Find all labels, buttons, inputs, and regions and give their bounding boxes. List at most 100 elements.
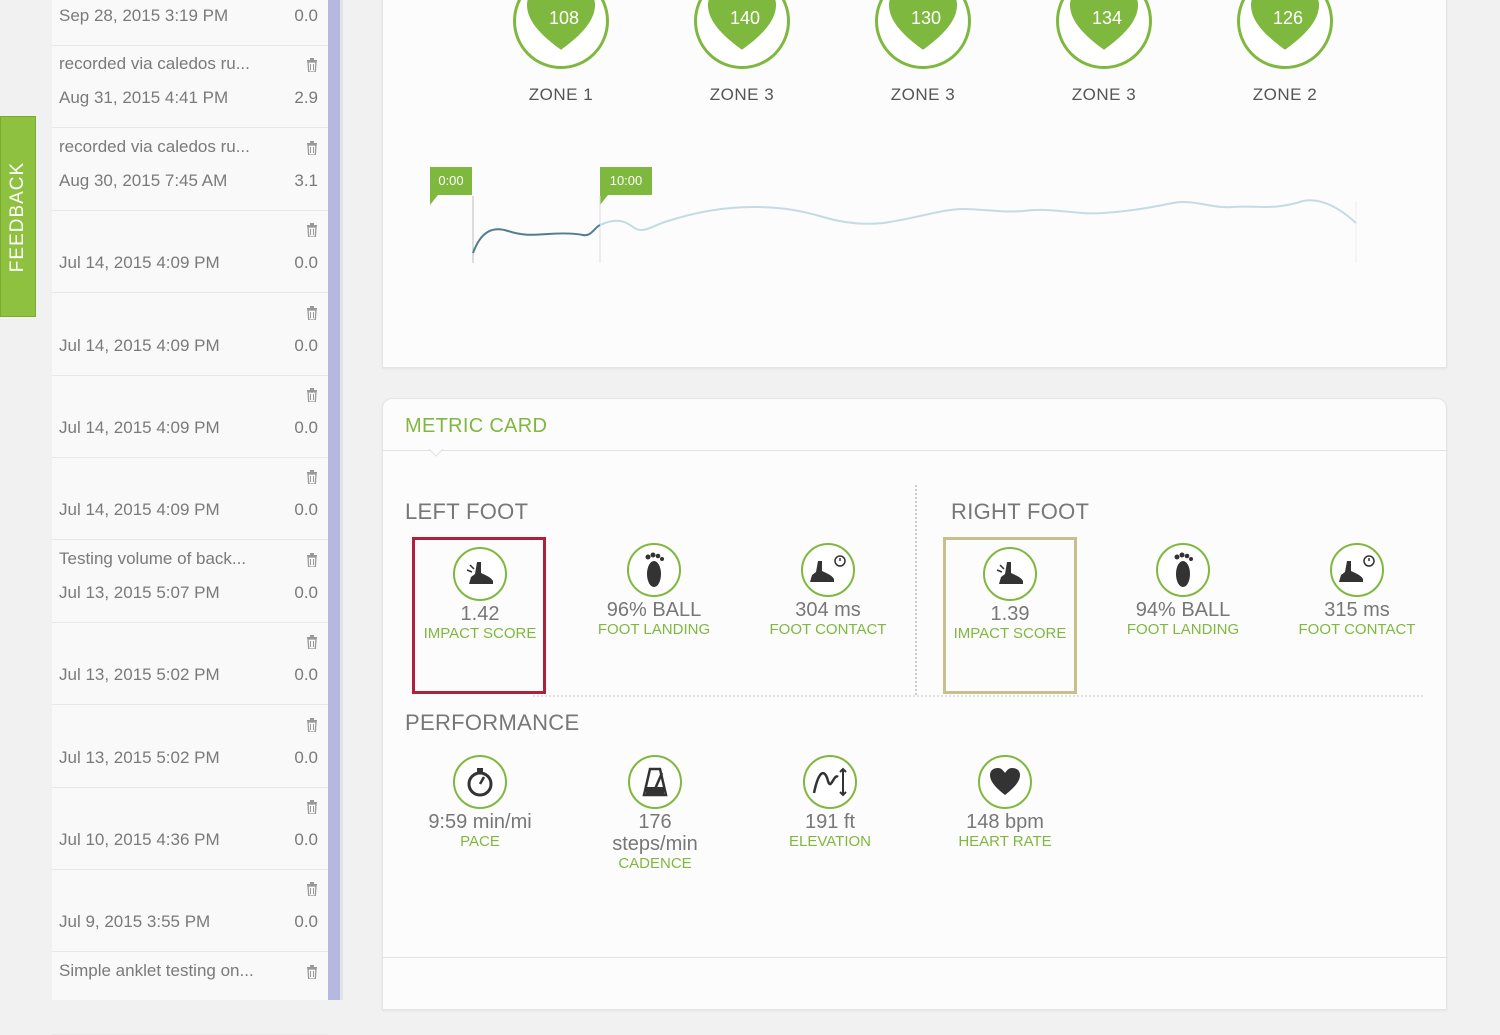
run-distance: 3.1 — [294, 170, 318, 190]
sidebar-scrollbar[interactable] — [328, 0, 340, 1000]
zone-ring: 140 — [694, 0, 790, 69]
footprint-icon — [627, 543, 681, 597]
trash-icon[interactable] — [306, 635, 318, 650]
run-list-item[interactable]: Jul 14, 2015 4:09 PM 0.0 — [52, 458, 328, 541]
run-list-item[interactable]: Jul 14, 2015 4:09 PM 0.0 — [52, 294, 328, 376]
cadence-unit: steps/min — [612, 833, 698, 855]
metronome-icon — [628, 755, 682, 809]
zone-ring: 130 — [875, 0, 971, 69]
card-bottom-divider — [383, 957, 1446, 958]
zone-ring: 134 — [1056, 0, 1152, 69]
run-date: Jul 13, 2015 5:07 PM — [59, 582, 220, 602]
feedback-tab[interactable]: FEEDBACK — [0, 116, 36, 317]
run-list-item[interactable]: Jul 14, 2015 4:09 PM 0.0 — [52, 376, 328, 458]
trash-icon[interactable] — [306, 223, 318, 238]
foot-timer-icon — [1330, 543, 1384, 597]
run-list-item[interactable]: Simple anklet testing on... — [52, 953, 328, 1035]
run-distance: 0.0 — [294, 830, 318, 849]
cadence-metric[interactable]: 176 steps/min CADENCE — [580, 755, 730, 873]
scrollbar-edge — [340, 0, 343, 1000]
trash-icon[interactable] — [306, 964, 318, 979]
zone-label: ZONE 3 — [1071, 85, 1137, 104]
metric-card-title[interactable]: METRIC CARD — [405, 415, 547, 438]
timeline-start-label: 0:00 — [438, 173, 464, 188]
run-list-item[interactable]: Jul 13, 2015 5:02 PM 0.0 — [52, 623, 328, 706]
left-impact-metric[interactable]: 1.42 IMPACT SCORE — [405, 547, 555, 643]
trash-icon[interactable] — [306, 58, 318, 73]
run-distance: 0.0 — [294, 747, 318, 767]
heart-rate-metric[interactable]: 148 bpm HEART RATE — [930, 755, 1080, 851]
run-list-item[interactable]: Jul 10, 2015 4:36 PM 0.0 — [52, 788, 328, 870]
zone-bpm: 130 — [910, 8, 942, 28]
zone-bpm: 140 — [729, 8, 761, 28]
trash-icon[interactable] — [306, 140, 318, 155]
selected-segment-line — [472, 224, 601, 254]
right-contact-label: FOOT CONTACT — [1298, 621, 1416, 638]
heart-icon — [978, 755, 1032, 809]
pace-value: 9:59 min/mi — [428, 811, 532, 833]
foot-impact-icon — [453, 547, 507, 601]
elevation-value: 191 ft — [804, 811, 856, 833]
trash-icon[interactable] — [306, 470, 318, 485]
metric-card: METRIC CARD LEFT FOOT 1.42 IMPACT SCORE … — [382, 398, 1447, 1010]
left-landing-value: 96% BALL — [606, 599, 702, 621]
elevation-icon — [803, 755, 857, 809]
run-date: Jul 13, 2015 5:02 PM — [59, 747, 220, 767]
card-header-divider — [383, 450, 1446, 451]
trash-icon[interactable] — [306, 882, 318, 897]
left-landing-metric[interactable]: 96% BALL FOOT LANDING — [579, 543, 729, 639]
pace-label: PACE — [460, 833, 500, 850]
zone-label: ZONE 3 — [890, 85, 956, 104]
zone-label: ZONE 3 — [709, 85, 775, 104]
run-distance: 0.0 — [294, 912, 318, 932]
tab-pointer-icon — [429, 449, 443, 457]
run-title: recorded via caledos ru... — [59, 136, 250, 156]
heart-rate-label: HEART RATE — [958, 833, 1052, 850]
trash-icon[interactable] — [306, 552, 318, 567]
pace-metric[interactable]: 9:59 min/mi PACE — [405, 755, 555, 851]
pace-timeline-graph[interactable] — [463, 191, 1363, 281]
left-foot-title: LEFT FOOT — [405, 499, 529, 524]
foot-impact-icon — [983, 547, 1037, 601]
run-date: Jul 9, 2015 3:55 PM — [59, 912, 211, 932]
right-foot-title: RIGHT FOOT — [951, 499, 1090, 524]
run-date: Jul 13, 2015 5:02 PM — [59, 665, 220, 685]
run-list-item[interactable]: recorded via caledos ru... Aug 30, 2015 7… — [52, 129, 328, 211]
right-landing-value: 94% BALL — [1135, 599, 1231, 621]
run-distance: 0.0 — [294, 6, 318, 25]
zone-bpm: 108 — [548, 8, 580, 28]
zone-bpm: 134 — [1091, 8, 1123, 28]
right-impact-label: IMPACT SCORE — [953, 625, 1067, 642]
run-distance: 0.0 — [294, 582, 318, 602]
trash-icon[interactable] — [306, 305, 318, 320]
run-date: Aug 30, 2015 7:45 AM — [59, 170, 228, 190]
left-contact-label: FOOT CONTACT — [769, 621, 887, 638]
elevation-metric[interactable]: 191 ft ELEVATION — [755, 755, 905, 851]
timeline-split-label: 10:00 — [609, 173, 643, 188]
foot-timer-icon — [801, 543, 855, 597]
run-distance: 0.0 — [294, 335, 318, 355]
left-contact-metric[interactable]: 304 ms FOOT CONTACT — [753, 543, 903, 639]
right-contact-value: 315 ms — [1324, 599, 1390, 621]
right-landing-metric[interactable]: 94% BALL FOOT LANDING — [1108, 543, 1258, 639]
run-list-item[interactable]: Jul 14, 2015 4:09 PM 0.0 — [52, 211, 328, 294]
run-list-item[interactable]: Testing volume of back... Jul 13, 2015 5:… — [52, 541, 328, 623]
right-contact-metric[interactable]: 315 ms FOOT CONTACT — [1282, 543, 1432, 639]
zone-ring: 108 — [513, 0, 609, 69]
run-list-item[interactable]: recorded via caledos ru... Aug 31, 2015 4… — [52, 46, 328, 129]
run-title: Testing volume of back... — [59, 548, 247, 568]
run-title: recorded via caledos ru... — [59, 54, 250, 74]
run-distance: 0.0 — [294, 500, 318, 520]
left-contact-value: 304 ms — [795, 599, 861, 621]
run-list-item[interactable]: Jul 9, 2015 3:55 PM 0.0 — [52, 870, 328, 953]
trash-icon[interactable] — [306, 388, 318, 402]
trash-icon[interactable] — [306, 800, 318, 814]
run-list-item[interactable]: Sep 28, 2015 3:19 PM 0.0 — [52, 0, 328, 46]
trash-icon[interactable] — [306, 717, 318, 732]
right-impact-metric[interactable]: 1.39 IMPACT SCORE — [935, 547, 1085, 643]
run-list-item[interactable]: Jul 13, 2015 5:02 PM 0.0 — [52, 706, 328, 788]
performance-title: PERFORMANCE — [405, 710, 580, 735]
right-impact-value: 1.39 — [990, 603, 1030, 625]
left-impact-value: 1.42 — [460, 603, 500, 625]
run-date: Jul 14, 2015 4:09 PM — [59, 500, 220, 520]
